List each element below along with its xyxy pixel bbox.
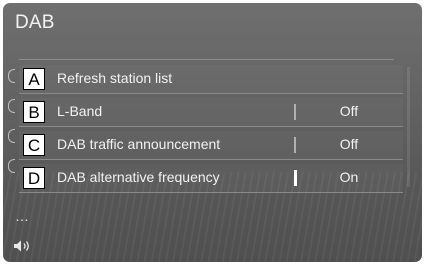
toggle-value: On	[339, 169, 359, 185]
list-item-label: Refresh station list	[57, 70, 173, 86]
list-item-dab-traffic-announcement[interactable]: C DAB traffic announcement Off	[19, 131, 403, 160]
callout-letter: A	[23, 68, 45, 90]
toggle-value: Off	[339, 136, 359, 152]
callout-letter: C	[23, 134, 45, 156]
side-tab-icon[interactable]	[8, 129, 15, 143]
list-item-label: L-Band	[57, 103, 103, 119]
list-item-label: DAB traffic announcement	[57, 136, 221, 152]
more-icon[interactable]: …	[15, 208, 30, 224]
toggle-value: Off	[339, 103, 359, 119]
header-divider	[19, 59, 394, 60]
side-tab-icon[interactable]	[8, 69, 15, 83]
volume-icon[interactable]	[13, 239, 33, 253]
side-tab-icon[interactable]	[8, 99, 15, 113]
callout-letter: D	[23, 167, 45, 189]
callout-letter: B	[23, 101, 45, 123]
list-item-label: DAB alternative frequency	[57, 169, 220, 185]
list-item-refresh-station-list[interactable]: A Refresh station list	[19, 65, 403, 94]
toggle-indicator	[294, 104, 296, 120]
side-tabs	[3, 63, 17, 213]
toggle-indicator	[294, 137, 296, 153]
scrollbar[interactable]	[407, 67, 410, 187]
toggle-indicator	[294, 170, 297, 186]
list-item-l-band[interactable]: B L-Band Off	[19, 98, 403, 127]
list-item-dab-alternative-frequency[interactable]: D DAB alternative frequency On	[19, 164, 403, 193]
dab-settings-screen: DAB A Refresh station list B L-Band Off …	[3, 3, 422, 262]
page-title: DAB	[15, 12, 55, 33]
side-tab-icon[interactable]	[8, 159, 15, 173]
